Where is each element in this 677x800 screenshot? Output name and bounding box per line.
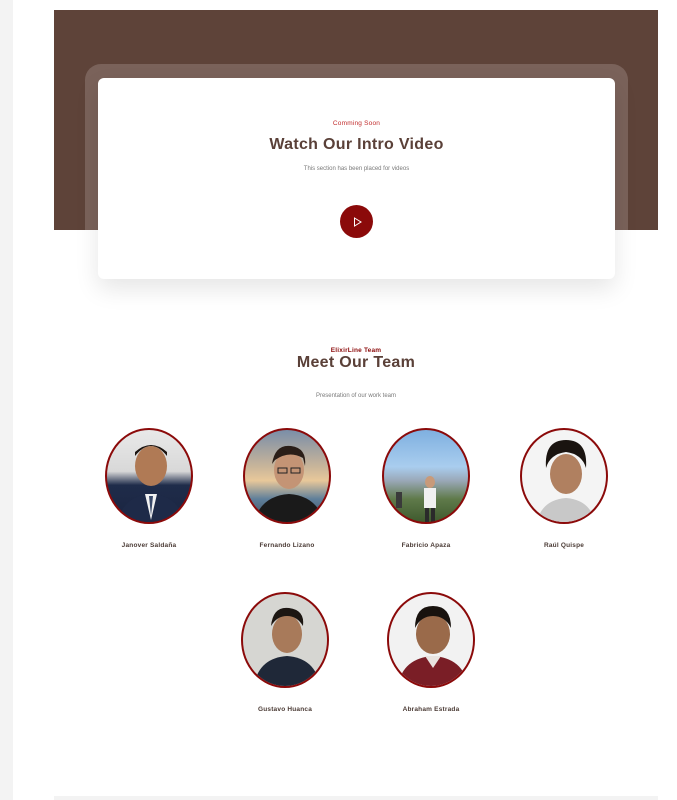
play-button[interactable] xyxy=(340,205,373,238)
member-photo xyxy=(241,592,329,688)
team-member: Raúl Quispe xyxy=(499,428,629,549)
video-description: This section has been placed for videos xyxy=(303,166,410,172)
team-subtitle: ElixirLine Team xyxy=(330,347,382,354)
member-photo xyxy=(243,428,331,524)
team-description: Presentation of our work team xyxy=(315,393,397,399)
team-member: Fernando Lizano xyxy=(222,428,352,549)
team-member: Fabricio Apaza xyxy=(361,428,491,549)
person-silhouette xyxy=(397,606,469,686)
member-name: Raúl Quispe xyxy=(543,542,585,549)
member-name: Janover Saldaña xyxy=(121,542,177,549)
member-name: Fernando Lizano xyxy=(259,542,315,549)
member-photo xyxy=(382,428,470,524)
member-photo xyxy=(387,592,475,688)
team-member: Abraham Estrada xyxy=(366,592,496,713)
member-photo xyxy=(105,428,193,524)
footer-divider xyxy=(54,796,658,800)
video-subtitle: Comming Soon xyxy=(332,120,381,127)
member-name: Gustavo Huanca xyxy=(257,706,313,713)
member-photo xyxy=(520,428,608,524)
member-name: Fabricio Apaza xyxy=(401,542,451,549)
person-silhouette xyxy=(254,445,324,522)
play-icon xyxy=(353,216,362,227)
team-member: Janover Saldaña xyxy=(84,428,214,549)
person-silhouette xyxy=(117,445,185,522)
team-title-wrap: Meet Our Team xyxy=(54,354,658,372)
person-silhouette xyxy=(536,440,596,522)
person-silhouette xyxy=(253,607,321,686)
video-title: Watch Our Intro Video xyxy=(269,136,444,153)
person-silhouette xyxy=(396,476,436,522)
video-card: Comming Soon Watch Our Intro Video This … xyxy=(98,78,615,279)
team-member: Gustavo Huanca xyxy=(220,592,350,713)
team-description-wrap: Presentation of our work team xyxy=(54,384,658,402)
member-name: Abraham Estrada xyxy=(402,706,460,713)
team-title: Meet Our Team xyxy=(296,354,416,371)
left-margin-strip xyxy=(0,0,13,800)
